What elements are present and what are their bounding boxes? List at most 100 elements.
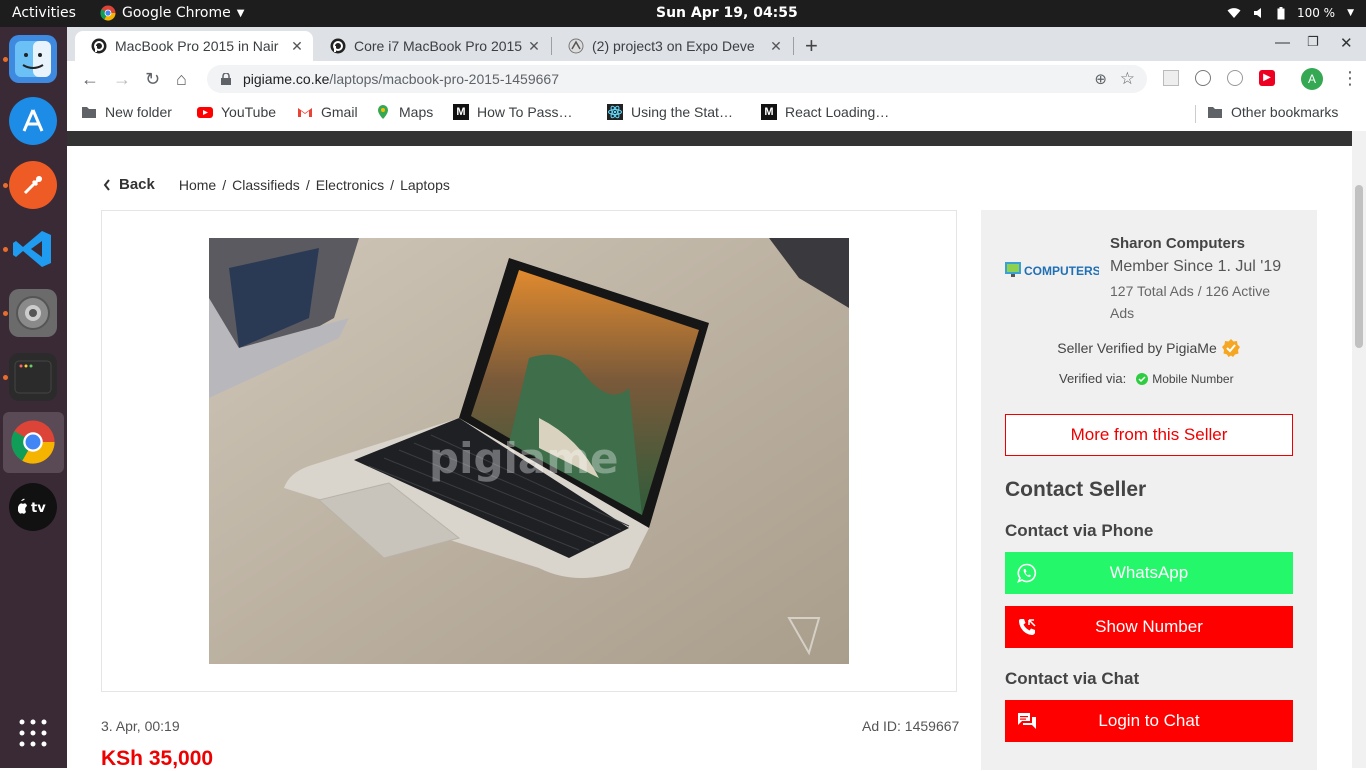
seller-verified: Seller Verified by PigiaMe — [981, 338, 1317, 358]
apple-tv-icon[interactable]: tv — [9, 483, 57, 531]
system-top-bar: Activities Google Chrome ▼ Sun Apr 19, 0… — [0, 0, 1366, 27]
verified-badge-icon — [1221, 339, 1240, 357]
settings-icon[interactable] — [9, 289, 57, 337]
app-store-icon[interactable] — [9, 97, 57, 145]
extension-icon[interactable] — [1163, 70, 1179, 86]
scrollbar-thumb[interactable] — [1355, 185, 1363, 348]
extension-icon[interactable] — [1195, 70, 1211, 86]
breadcrumb-laptops[interactable]: Laptops — [400, 177, 450, 193]
verified-via-mobile: Mobile Number — [1136, 372, 1234, 386]
seller-name[interactable]: Sharon Computers — [1110, 235, 1245, 252]
contact-chat-title: Contact via Chat — [1005, 669, 1140, 688]
pigiame-favicon-icon — [330, 38, 346, 54]
close-icon[interactable]: ✕ — [287, 38, 307, 55]
image-gallery: pigiame — [101, 210, 957, 692]
back-arrow-icon[interactable]: ← — [81, 69, 99, 90]
bookmark-using-the-stat[interactable]: Using the Stat… — [607, 104, 733, 120]
login-to-chat-label: Login to Chat — [1098, 711, 1200, 730]
battery-level: 100 % — [1296, 6, 1336, 20]
forward-arrow-icon[interactable]: → — [113, 69, 131, 90]
toolbar: ← → ↻ ⌂ pigiame.co.ke/laptops/macbook-pr… — [67, 61, 1366, 97]
breadcrumb-home[interactable]: Home — [179, 177, 216, 193]
more-from-seller-button[interactable]: More from this Seller — [1005, 414, 1293, 456]
system-tray[interactable]: 100 % ▼ — [1227, 6, 1354, 20]
breadcrumb-separator: / — [305, 176, 310, 193]
folder-icon — [82, 107, 96, 118]
activities-button[interactable]: Activities — [12, 5, 76, 21]
price: KSh 35,000 — [101, 747, 214, 770]
running-indicator — [3, 375, 8, 380]
bookmark-label: Gmail — [321, 104, 358, 120]
extension-icon[interactable] — [1227, 70, 1243, 86]
chrome-dock-icon[interactable] — [9, 418, 57, 466]
back-label: Back — [119, 176, 155, 193]
bookmark-label: Maps — [399, 104, 434, 120]
watermark: pigiame — [429, 434, 619, 483]
login-to-chat-button[interactable]: Login to Chat — [1005, 700, 1293, 742]
address-bar[interactable]: pigiame.co.ke/laptops/macbook-pro-2015-1… — [207, 65, 1147, 93]
new-tab-button[interactable]: + — [805, 33, 818, 59]
close-icon[interactable]: ✕ — [524, 38, 544, 55]
seller-logo-text: COMPUTERS — [1024, 264, 1099, 278]
verified-text: Seller Verified by PigiaMe — [1057, 340, 1217, 356]
bookmark-label: Other bookmarks — [1231, 104, 1339, 120]
bookmark-gmail[interactable]: Gmail — [297, 104, 358, 120]
youtube-icon — [197, 107, 213, 118]
vscode-icon[interactable] — [9, 225, 57, 273]
window-close-button[interactable]: ✕ — [1340, 34, 1353, 52]
bookmark-star-icon[interactable]: ☆ — [1120, 69, 1135, 89]
terminal-icon[interactable] — [9, 353, 57, 401]
close-icon[interactable]: ✕ — [766, 38, 786, 55]
bookmark-youtube[interactable]: YouTube — [197, 104, 276, 120]
postman-icon[interactable] — [9, 161, 57, 209]
maximize-button[interactable]: ❐ — [1307, 34, 1319, 50]
minimize-button[interactable]: — — [1275, 34, 1290, 51]
bookmark-label: New folder — [105, 104, 172, 120]
tab-core-i7[interactable]: Core i7 MacBook Pro 2015 ✕ — [314, 31, 550, 61]
bookmark-react-loading[interactable]: M React Loading… — [761, 104, 889, 120]
tab-expo[interactable]: (2) project3 on Expo Deve ✕ — [552, 31, 792, 61]
seller-logo[interactable]: COMPUTERS — [1005, 260, 1099, 280]
show-number-label: Show Number — [1095, 617, 1203, 636]
chat-icon — [1018, 713, 1036, 729]
bookmarks-divider — [1195, 105, 1196, 123]
tab-macbook-pro[interactable]: MacBook Pro 2015 in Nair ✕ — [75, 31, 313, 61]
chevron-down-icon: ▼ — [236, 7, 245, 19]
url-path: /laptops/macbook-pro-2015-1459667 — [329, 71, 559, 87]
tab-title: MacBook Pro 2015 in Nair — [115, 38, 279, 54]
show-apps-icon[interactable] — [9, 709, 57, 757]
menu-kebab-icon[interactable]: ⋮ — [1341, 68, 1359, 89]
bookmark-maps[interactable]: Maps — [375, 104, 433, 120]
page-scrollbar[interactable] — [1352, 131, 1366, 768]
bookmark-label: Using the Stat… — [631, 104, 733, 120]
product-photo[interactable]: pigiame — [209, 238, 849, 664]
breadcrumb-separator: / — [390, 176, 395, 193]
tab-title: Core i7 MacBook Pro 2015 — [354, 38, 523, 54]
bookmark-other[interactable]: Other bookmarks — [1207, 104, 1338, 120]
breadcrumb-electronics[interactable]: Electronics — [316, 177, 384, 193]
app-menu[interactable]: Google Chrome ▼ — [100, 5, 244, 21]
whatsapp-button[interactable]: WhatsApp — [1005, 552, 1293, 594]
running-indicator — [3, 57, 8, 62]
bookmark-label: YouTube — [221, 104, 277, 120]
zoom-icon[interactable]: ⊕ — [1094, 70, 1107, 88]
home-icon[interactable]: ⌂ — [176, 69, 187, 90]
back-link[interactable]: Back — [103, 176, 155, 193]
member-since: Member Since 1. Jul '19 — [1110, 258, 1282, 275]
verified-via-label: Verified via: — [1059, 371, 1127, 386]
bookmark-new-folder[interactable]: New folder — [81, 104, 172, 120]
media-extension-icon[interactable]: ▶ — [1259, 70, 1275, 86]
maps-icon — [378, 105, 388, 119]
tab-strip: MacBook Pro 2015 in Nair ✕ Core i7 MacBo… — [67, 27, 1366, 61]
show-number-button[interactable]: Show Number — [1005, 606, 1293, 648]
clock[interactable]: Sun Apr 19, 04:55 — [656, 5, 798, 21]
web-page: Back Home / Classifieds / Electronics / Lap… — [67, 131, 1366, 770]
finder-icon[interactable] — [9, 35, 57, 83]
bookmark-how-to-pass[interactable]: M How To Pass… — [453, 104, 572, 120]
profile-avatar[interactable]: A — [1301, 68, 1323, 90]
contact-seller-title: Contact Seller — [1005, 478, 1147, 501]
bookmark-label: How To Pass… — [477, 104, 573, 120]
bookmark-label: React Loading… — [785, 104, 890, 120]
reload-icon[interactable]: ↻ — [145, 69, 160, 90]
breadcrumb-classifieds[interactable]: Classifieds — [232, 177, 300, 193]
